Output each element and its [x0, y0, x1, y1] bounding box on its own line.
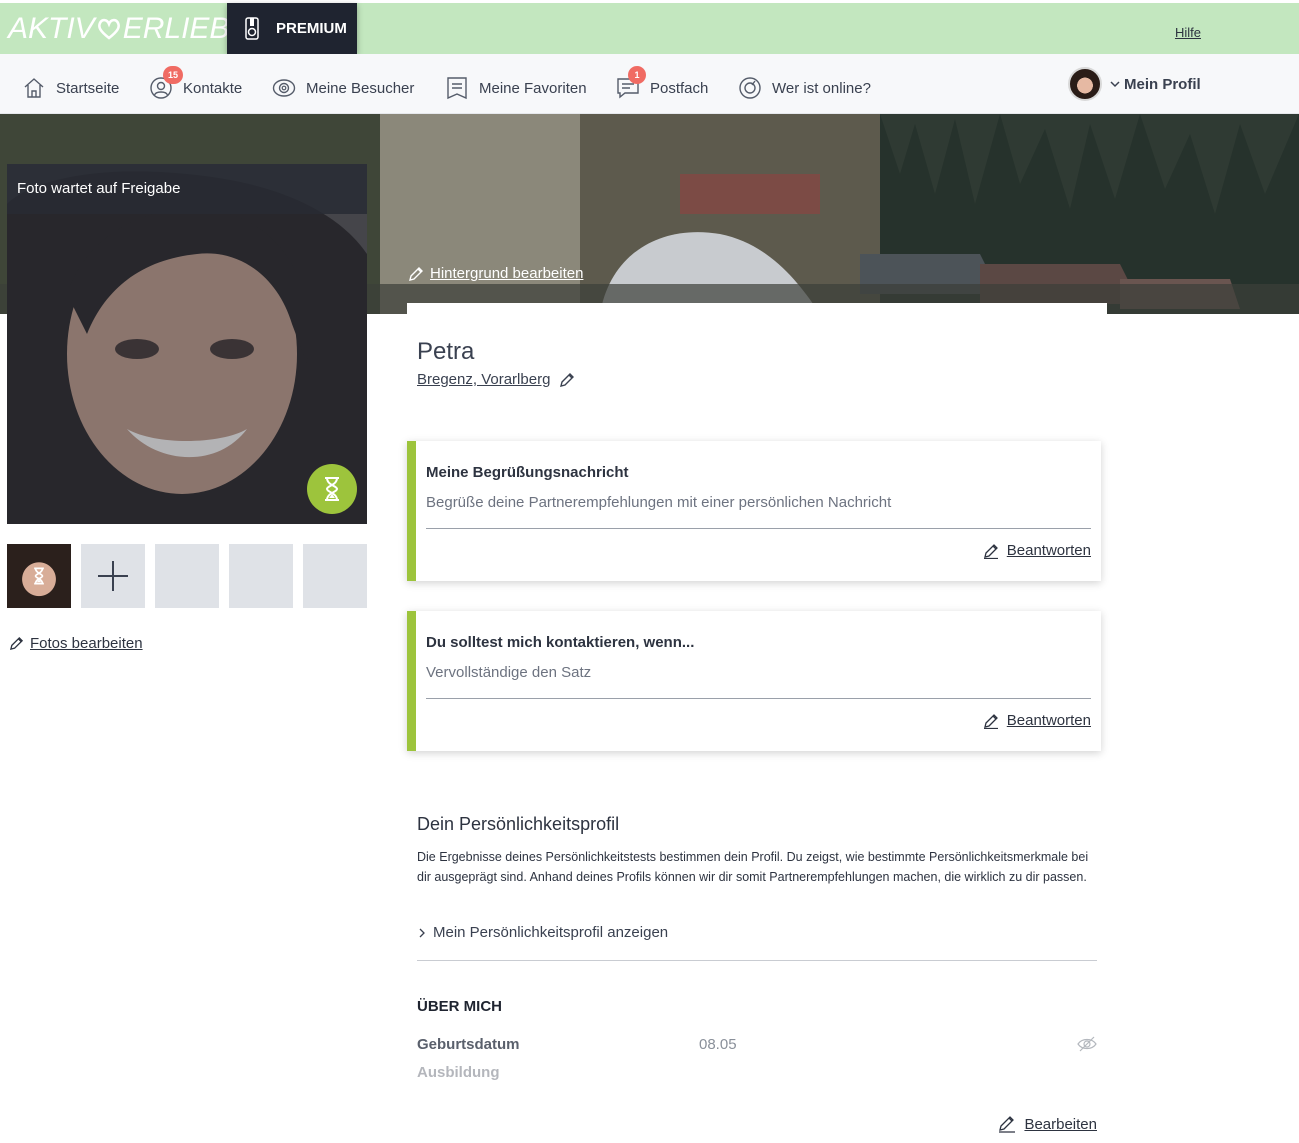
eye-icon [272, 79, 296, 97]
nav-label-online: Wer ist online? [772, 79, 871, 97]
about-row-label: Ausbildung [417, 1064, 500, 1081]
nav-label-besucher: Meine Besucher [306, 79, 415, 97]
greeting-message-card: Meine Begrüßungsnachricht Begrüße deine … [407, 441, 1101, 581]
profile-menu[interactable]: Mein Profil [1068, 67, 1201, 101]
divider [426, 528, 1091, 529]
premium-label: PREMIUM [276, 20, 347, 37]
main-profile-photo[interactable]: Foto wartet auf Freigabe [7, 164, 367, 524]
empty-photo-slot [229, 544, 293, 608]
chevron-down-icon [1110, 81, 1120, 88]
messages-count-badge: 1 [628, 66, 646, 84]
edit-about-me-button[interactable]: Bearbeiten [998, 1115, 1097, 1133]
nav-item-kontakte[interactable]: 15 Kontakte [149, 66, 243, 100]
online-icon [739, 77, 761, 99]
about-me-heading: ÜBER MICH [417, 998, 502, 1015]
content-fade-overlay [407, 1080, 1107, 1102]
nav-item-postfach[interactable]: 1 Postfach [616, 66, 709, 100]
top-bar: AKTIV ERLIEBT Hilfe [0, 3, 1299, 54]
edit-photos-link[interactable]: Fotos bearbeiten [9, 635, 143, 652]
premium-button[interactable]: PREMIUM [227, 3, 357, 54]
bookmark-icon [447, 77, 467, 100]
pencil-icon [9, 636, 24, 651]
photo-thumbnail[interactable] [7, 544, 71, 608]
contact-me-if-card: Du solltest mich kontaktieren, wenn... V… [407, 611, 1101, 751]
plus-icon [98, 561, 128, 591]
profile-menu-label: Mein Profil [1124, 75, 1201, 93]
help-link[interactable]: Hilfe [1175, 25, 1201, 40]
section-divider [417, 960, 1097, 961]
personality-section-title: Dein Persönlichkeitsprofil [417, 814, 620, 834]
about-row-value: 08.05 [699, 1036, 737, 1053]
divider [426, 698, 1091, 699]
portrait-photo [7, 164, 367, 524]
medal-icon [245, 16, 259, 40]
home-icon [24, 78, 44, 98]
photo-thumbnails [7, 544, 367, 608]
pencil-icon [409, 266, 423, 281]
answer-button[interactable]: Beantworten [983, 542, 1091, 559]
pencil-icon [983, 713, 998, 729]
question-title: Du solltest mich kontaktieren, wenn... [426, 634, 695, 651]
nav-item-online[interactable]: Wer ist online? [738, 76, 871, 100]
nav-label-startseite: Startseite [56, 79, 120, 97]
show-personality-profile-link[interactable]: Mein Persönlichkeitsprofil anzeigen [417, 924, 668, 941]
pencil-icon[interactable] [559, 372, 575, 388]
profile-location[interactable]: Bregenz, Vorarlberg [417, 371, 575, 388]
answer-button[interactable]: Beantworten [983, 712, 1091, 729]
logo[interactable]: AKTIV ERLIEBT [8, 12, 248, 46]
answer-label: Beantworten [1006, 542, 1091, 559]
chevron-right-icon [419, 928, 425, 937]
nav-item-favoriten[interactable]: Meine Favoriten [445, 76, 587, 100]
hourglass-icon [325, 477, 339, 501]
nav-label-postfach: Postfach [650, 79, 709, 97]
heart-logo-icon [97, 18, 120, 40]
personality-description: Die Ergebnisse deines Persönlichkeitstes… [417, 850, 1089, 884]
photo-status-banner: Foto wartet auf Freigabe [7, 164, 367, 214]
contacts-count-badge: 15 [163, 66, 183, 84]
edit-background-label: Hintergrund bearbeiten [430, 265, 584, 282]
question-subtitle: Vervollständige den Satz [426, 664, 592, 681]
question-title: Meine Begrüßungsnachricht [426, 464, 629, 481]
profile-name: Petra [417, 338, 475, 365]
show-personality-profile-label: Mein Persönlichkeitsprofil anzeigen [433, 924, 669, 941]
edit-photos-label: Fotos bearbeiten [30, 635, 143, 652]
answer-label: Beantworten [1006, 712, 1091, 729]
avatar[interactable] [1068, 67, 1102, 101]
edit-about-me-label: Bearbeiten [1024, 1115, 1097, 1133]
main-navigation: Startseite 15 Kontakte Meine Besucher Me… [0, 54, 1299, 114]
pencil-icon [983, 543, 998, 559]
location-label[interactable]: Bregenz, Vorarlberg [417, 371, 550, 388]
nav-label-favoriten: Meine Favoriten [479, 79, 587, 97]
nav-item-besucher[interactable]: Meine Besucher [272, 76, 414, 100]
about-row-label: Geburtsdatum [417, 1036, 520, 1053]
logo-text-left: AKTIV [8, 12, 95, 45]
edit-background-link[interactable]: Hintergrund bearbeiten [408, 265, 583, 282]
nav-label-kontakte: Kontakte [183, 79, 243, 97]
empty-photo-slot [155, 544, 219, 608]
hourglass-icon [34, 567, 44, 585]
pencil-icon [999, 1116, 1016, 1133]
add-photo-button[interactable] [81, 544, 145, 608]
empty-photo-slot [303, 544, 367, 608]
nav-item-startseite[interactable]: Startseite [22, 76, 119, 100]
eye-hidden-icon[interactable] [1077, 1036, 1097, 1052]
pending-approval-button[interactable] [307, 464, 357, 514]
question-subtitle: Begrüße deine Partnerempfehlungen mit ei… [426, 494, 892, 511]
